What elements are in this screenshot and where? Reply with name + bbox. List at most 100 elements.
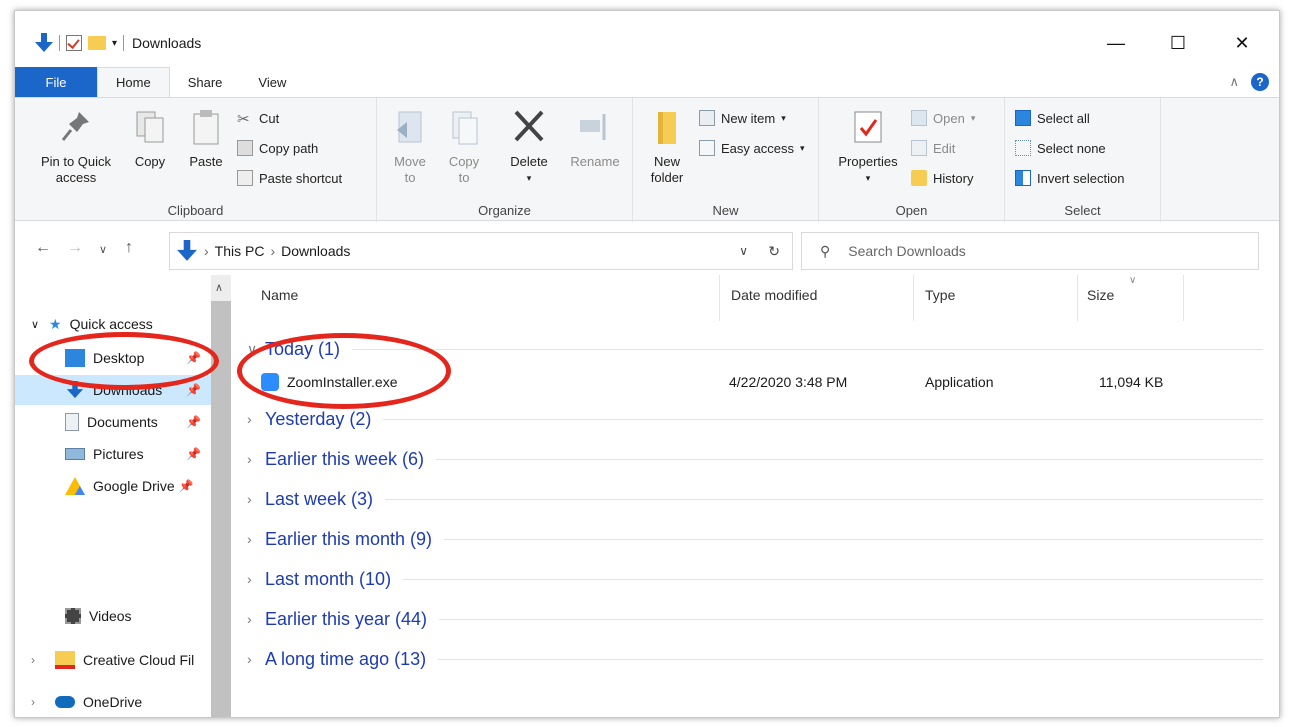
expand-chevron-icon[interactable]: ∨ bbox=[31, 318, 49, 331]
tab-home[interactable]: Home bbox=[97, 67, 170, 97]
column-header-size[interactable]: Size bbox=[1087, 287, 1114, 303]
paste-shortcut-button[interactable]: Paste shortcut bbox=[237, 170, 342, 186]
breadcrumb-this-pc[interactable]: This PC bbox=[215, 243, 265, 259]
videos-icon bbox=[65, 608, 81, 624]
expand-chevron-icon[interactable]: › bbox=[31, 653, 55, 667]
paste-shortcut-icon bbox=[237, 170, 253, 186]
pin-icon: 📌 bbox=[186, 383, 201, 397]
nav-item-creative-cloud[interactable]: › Creative Cloud Fil bbox=[15, 645, 211, 675]
address-dropdown-icon[interactable]: ∨ bbox=[739, 244, 748, 258]
nav-item-pictures[interactable]: Pictures 📌 bbox=[15, 439, 211, 469]
open-label: Open bbox=[895, 203, 928, 218]
history-button[interactable]: History bbox=[911, 170, 973, 186]
properties-button[interactable]: Properties ▾ bbox=[831, 108, 905, 186]
copy-button[interactable]: Copy bbox=[125, 108, 175, 170]
nav-item-onedrive[interactable]: › OneDrive bbox=[15, 687, 211, 717]
recent-locations-chevron-icon[interactable]: ∨ bbox=[99, 243, 107, 256]
invert-selection-button[interactable]: Invert selection bbox=[1015, 170, 1124, 186]
properties-check-icon[interactable] bbox=[66, 35, 82, 51]
paste-button[interactable]: Paste bbox=[181, 108, 231, 170]
pin-icon: 📌 bbox=[186, 415, 201, 429]
close-button[interactable]: ✕ bbox=[1219, 29, 1265, 57]
tab-view[interactable]: View bbox=[240, 67, 304, 97]
refresh-icon[interactable]: ↻ bbox=[768, 243, 780, 260]
expand-chevron-icon: › bbox=[247, 571, 252, 587]
rename-button[interactable]: Rename bbox=[565, 108, 625, 170]
nav-scrollbar-thumb[interactable] bbox=[211, 301, 231, 717]
group-header-yesterday[interactable]: › Yesterday (2) bbox=[247, 405, 1267, 433]
paste-icon bbox=[193, 110, 219, 145]
breadcrumb-separator: › bbox=[204, 243, 209, 259]
copy-to-button[interactable]: Copy to bbox=[441, 108, 487, 186]
group-header-a-long-time-ago[interactable]: › A long time ago (13) bbox=[247, 645, 1267, 673]
copy-path-button[interactable]: Copy path bbox=[237, 140, 318, 156]
edit-button[interactable]: Edit bbox=[911, 140, 955, 156]
up-arrow-icon[interactable]: ↑ bbox=[125, 239, 133, 257]
group-header-last-month[interactable]: › Last month (10) bbox=[247, 565, 1267, 593]
column-header-type[interactable]: Type bbox=[925, 287, 955, 303]
select-all-button[interactable]: Select all bbox=[1015, 110, 1090, 126]
move-to-icon bbox=[397, 111, 422, 143]
back-arrow-icon[interactable]: ← bbox=[35, 239, 51, 257]
move-to-button[interactable]: Move to bbox=[387, 108, 433, 186]
new-item-button[interactable]: New item ▾ bbox=[699, 110, 786, 126]
breadcrumb-downloads[interactable]: Downloads bbox=[281, 243, 350, 259]
expand-chevron-icon: › bbox=[247, 451, 252, 467]
clipboard-label: Clipboard bbox=[167, 203, 224, 218]
nav-item-desktop[interactable]: Desktop 📌 bbox=[15, 343, 211, 373]
expand-chevron-icon: › bbox=[247, 411, 252, 427]
download-arrow-icon bbox=[66, 381, 84, 399]
copy-to-icon bbox=[452, 111, 478, 145]
easy-access-icon bbox=[699, 140, 715, 156]
group-header-last-week[interactable]: › Last week (3) bbox=[247, 485, 1267, 513]
star-icon: ★ bbox=[49, 315, 62, 332]
search-placeholder: Search Downloads bbox=[848, 243, 966, 259]
tab-file[interactable]: File bbox=[15, 67, 97, 97]
group-header-today[interactable]: ∨ Today (1) bbox=[247, 335, 1267, 363]
nav-item-quick-access[interactable]: ∨ ★ Quick access bbox=[15, 309, 211, 339]
file-row-zoominstaller[interactable]: ZoomInstaller.exe 4/22/2020 3:48 PM Appl… bbox=[261, 367, 1261, 397]
open-button[interactable]: Open ▾ bbox=[911, 110, 975, 126]
minimize-button[interactable]: — bbox=[1093, 29, 1139, 57]
file-size: 11,094 KB bbox=[1099, 374, 1164, 390]
google-drive-icon bbox=[65, 477, 85, 495]
group-header-earlier-this-week[interactable]: › Earlier this week (6) bbox=[247, 445, 1267, 473]
organize-group: Move to Copy to Delete ▾ Rename Organize bbox=[377, 98, 633, 222]
address-path-box[interactable]: › This PC › Downloads ∨ ↻ bbox=[169, 232, 793, 270]
expand-chevron-icon[interactable]: › bbox=[31, 695, 55, 709]
maximize-button[interactable]: ☐ bbox=[1155, 29, 1201, 57]
new-group: New folder New item ▾ Easy access ▾ New bbox=[633, 98, 819, 222]
delete-button[interactable]: Delete ▾ bbox=[501, 108, 557, 186]
expand-chevron-icon: › bbox=[247, 651, 252, 667]
help-icon[interactable]: ? bbox=[1251, 73, 1269, 91]
new-folder-button[interactable]: New folder bbox=[641, 108, 693, 186]
forward-arrow-icon[interactable]: → bbox=[67, 239, 83, 257]
nav-item-downloads[interactable]: Downloads 📌 bbox=[15, 375, 211, 405]
customize-toolbar-icon[interactable]: ▾ bbox=[112, 38, 117, 49]
scroll-up-icon[interactable]: ∧ bbox=[215, 281, 223, 294]
clipboard-group: Pin to Quick access Copy Paste ✂ Cut Cop… bbox=[15, 98, 377, 222]
nav-item-documents[interactable]: Documents 📌 bbox=[15, 407, 211, 437]
new-folder-icon[interactable] bbox=[88, 36, 106, 50]
collapse-ribbon-icon[interactable]: ∧ bbox=[1229, 74, 1239, 90]
nav-item-videos[interactable]: Videos bbox=[15, 601, 211, 631]
group-header-earlier-this-month[interactable]: › Earlier this month (9) bbox=[247, 525, 1267, 553]
select-none-button[interactable]: Select none bbox=[1015, 140, 1106, 156]
pin-to-quick-access-button[interactable]: Pin to Quick access bbox=[31, 108, 121, 186]
column-header-date[interactable]: Date modified bbox=[731, 287, 817, 303]
tab-share[interactable]: Share bbox=[170, 67, 241, 97]
nav-item-google-drive[interactable]: Google Drive 📌 bbox=[15, 471, 211, 501]
expand-chevron-icon: › bbox=[247, 491, 252, 507]
cut-button[interactable]: ✂ Cut bbox=[237, 110, 279, 129]
select-label: Select bbox=[1064, 203, 1101, 218]
group-header-earlier-this-year[interactable]: › Earlier this year (44) bbox=[247, 605, 1267, 633]
column-header-name[interactable]: Name bbox=[261, 287, 298, 303]
select-none-icon bbox=[1015, 140, 1031, 156]
history-icon bbox=[911, 170, 927, 186]
expand-chevron-icon: › bbox=[247, 531, 252, 547]
file-name: ZoomInstaller.exe bbox=[287, 374, 398, 390]
easy-access-button[interactable]: Easy access ▾ bbox=[699, 140, 805, 156]
window-title: Downloads bbox=[132, 35, 202, 51]
column-separator bbox=[1183, 275, 1184, 321]
search-input[interactable]: ⚲ Search Downloads bbox=[801, 232, 1259, 270]
